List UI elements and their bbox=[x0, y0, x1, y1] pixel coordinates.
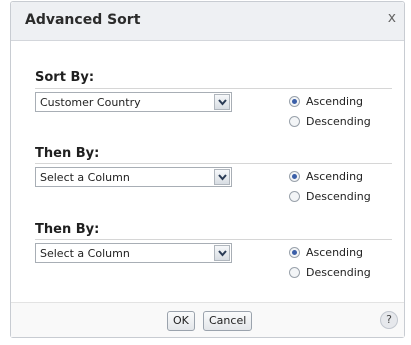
radio-descending[interactable] bbox=[289, 191, 300, 202]
then-by-label-1: Then By: bbox=[35, 146, 100, 161]
radio-descending[interactable] bbox=[289, 116, 300, 127]
chevron-down-icon[interactable] bbox=[214, 169, 230, 185]
radio-ascending[interactable] bbox=[289, 247, 300, 258]
then-by-select-1[interactable]: Select a Column bbox=[35, 167, 232, 187]
ok-button[interactable]: OK bbox=[167, 311, 195, 331]
advanced-sort-dialog: Advanced Sort x Sort By: Customer Countr… bbox=[10, 1, 405, 338]
chevron-down-icon[interactable] bbox=[214, 94, 230, 110]
sort-by-label: Sort By: bbox=[35, 70, 95, 85]
section-divider bbox=[35, 88, 392, 89]
then-by-value-1: Select a Column bbox=[40, 171, 130, 184]
radio-label: Descending bbox=[306, 190, 371, 203]
dialog-footer: OK Cancel ? bbox=[11, 302, 404, 337]
section-divider bbox=[35, 239, 392, 240]
radio-descending[interactable] bbox=[289, 267, 300, 278]
radio-ascending[interactable] bbox=[289, 96, 300, 107]
then-by-label-2: Then By: bbox=[35, 222, 100, 237]
radio-label: Descending bbox=[306, 266, 371, 279]
sort-by-value: Customer Country bbox=[40, 96, 141, 109]
radio-ascending[interactable] bbox=[289, 171, 300, 182]
dialog-title: Advanced Sort bbox=[25, 12, 141, 28]
radio-label: Ascending bbox=[306, 95, 364, 108]
close-icon[interactable]: x bbox=[388, 10, 396, 26]
radio-label: Ascending bbox=[306, 246, 364, 259]
cancel-button[interactable]: Cancel bbox=[203, 311, 253, 331]
chevron-down-icon[interactable] bbox=[214, 245, 230, 261]
radio-label: Ascending bbox=[306, 170, 364, 183]
sort-by-select[interactable]: Customer Country bbox=[35, 92, 232, 112]
then-by-select-2[interactable]: Select a Column bbox=[35, 243, 232, 263]
radio-label: Descending bbox=[306, 115, 371, 128]
then-by-value-2: Select a Column bbox=[40, 247, 130, 260]
section-divider bbox=[35, 163, 392, 164]
help-icon[interactable]: ? bbox=[380, 311, 398, 329]
dialog-titlebar: Advanced Sort x bbox=[11, 2, 404, 41]
